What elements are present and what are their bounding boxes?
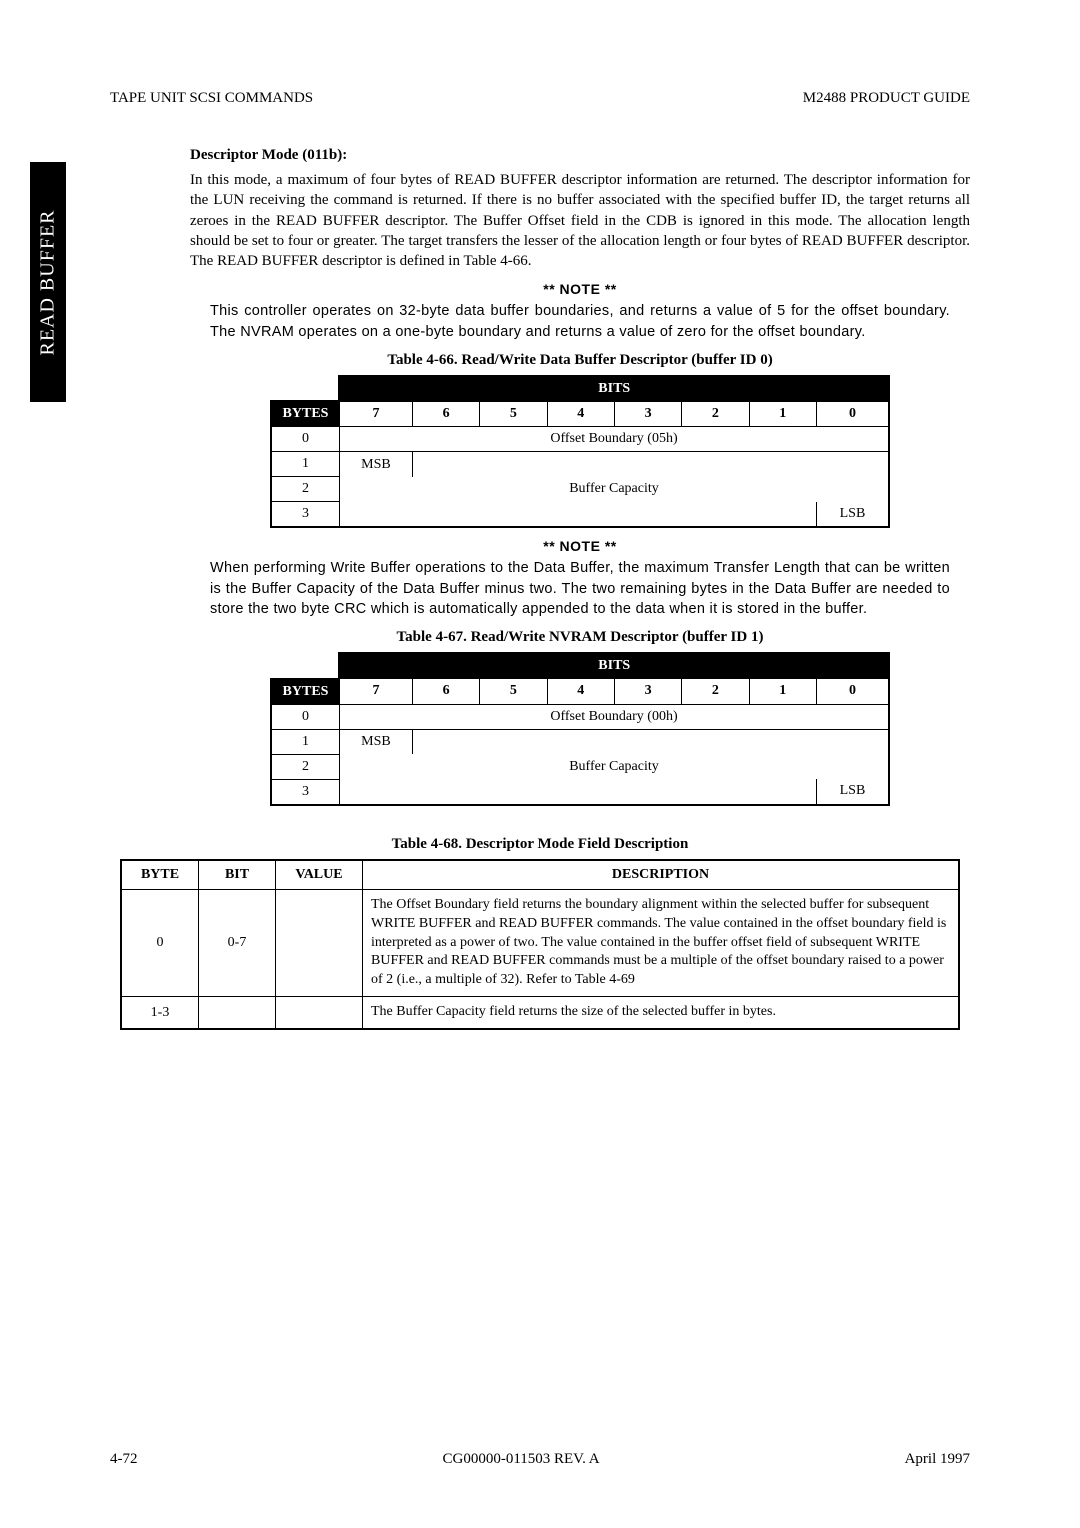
row0-cell: Offset Boundary (05h) (339, 427, 889, 452)
bit-col: 3 (614, 401, 681, 427)
bit-col: 0 (816, 679, 889, 705)
empty-cell (412, 452, 889, 477)
byte-row-label: 3 (271, 502, 339, 528)
table-caption-466: Table 4-66. Read/Write Data Buffer Descr… (190, 352, 970, 369)
section-paragraph: In this mode, a maximum of four bytes of… (190, 170, 970, 271)
table-466: BITS BYTES 7 6 5 4 3 2 1 0 0 Offset Boun… (270, 375, 890, 529)
bytes-header: BYTES (271, 679, 339, 705)
bit-col: 1 (749, 401, 816, 427)
bytes-header: BYTES (271, 401, 339, 427)
bit-col: 2 (682, 679, 749, 705)
note-body: This controller operates on 32-byte data… (210, 301, 950, 342)
bits-header: BITS (339, 376, 889, 402)
bits-header: BITS (339, 653, 889, 679)
row0-cell: Offset Boundary (00h) (339, 704, 889, 729)
note-body: When performing Write Buffer operations … (210, 558, 950, 619)
table-caption-468: Table 4-68. Descriptor Mode Field Descri… (110, 836, 970, 853)
msb-cell: MSB (339, 729, 412, 754)
page-header: TAPE UNIT SCSI COMMANDS M2488 PRODUCT GU… (110, 90, 970, 107)
note-heading: ** NOTE ** (190, 538, 970, 554)
bit-col: 2 (682, 401, 749, 427)
msb-cell: MSB (339, 452, 412, 477)
empty-cell (339, 779, 816, 805)
empty-cell (339, 502, 816, 528)
desc-header: VALUE (276, 860, 363, 890)
footer-right: April 1997 (905, 1451, 970, 1468)
desc-bit: 0-7 (199, 889, 276, 996)
desc-bit (199, 997, 276, 1029)
byte-row-label: 1 (271, 729, 339, 754)
table-caption-467: Table 4-67. Read/Write NVRAM Descriptor … (190, 629, 970, 646)
desc-header: DESCRIPTION (363, 860, 960, 890)
byte-row-label: 3 (271, 779, 339, 805)
bit-col: 7 (339, 679, 412, 705)
desc-byte: 1-3 (121, 997, 199, 1029)
footer-left: 4-72 (110, 1451, 138, 1468)
bit-col: 3 (614, 679, 681, 705)
desc-header: BIT (199, 860, 276, 890)
lsb-cell: LSB (816, 779, 889, 805)
byte-row-label: 2 (271, 477, 339, 502)
buffer-capacity-cell: Buffer Capacity (339, 477, 889, 502)
desc-value (276, 997, 363, 1029)
byte-row-label: 2 (271, 754, 339, 779)
table-467: BITS BYTES 7 6 5 4 3 2 1 0 0 Offset Boun… (270, 652, 890, 806)
bit-col: 1 (749, 679, 816, 705)
bit-col: 6 (412, 679, 479, 705)
page-footer: 4-72 CG00000-011503 REV. A April 1997 (110, 1451, 970, 1468)
lsb-cell: LSB (816, 502, 889, 528)
bit-col: 4 (547, 401, 614, 427)
desc-description: The Buffer Capacity field returns the si… (363, 997, 960, 1029)
bit-col: 0 (816, 401, 889, 427)
body-content: Descriptor Mode (011b): In this mode, a … (190, 147, 970, 828)
desc-value (276, 889, 363, 996)
desc-byte: 0 (121, 889, 199, 996)
section-heading: Descriptor Mode (011b): (190, 147, 970, 164)
header-right: M2488 PRODUCT GUIDE (803, 90, 970, 107)
side-tab: READ BUFFER (30, 162, 66, 402)
empty-cell (412, 729, 889, 754)
table-corner (271, 653, 339, 679)
buffer-capacity-cell: Buffer Capacity (339, 754, 889, 779)
note-heading: ** NOTE ** (190, 281, 970, 297)
table-corner (271, 376, 339, 402)
footer-center: CG00000-011503 REV. A (442, 1451, 599, 1468)
table-468: BYTE BIT VALUE DESCRIPTION 0 0-7 The Off… (120, 859, 960, 1030)
header-left: TAPE UNIT SCSI COMMANDS (110, 90, 313, 107)
desc-header: BYTE (121, 860, 199, 890)
desc-description: The Offset Boundary field returns the bo… (363, 889, 960, 996)
bit-col: 6 (412, 401, 479, 427)
bit-col: 5 (480, 401, 547, 427)
byte-row-label: 1 (271, 452, 339, 477)
byte-row-label: 0 (271, 427, 339, 452)
bit-col: 7 (339, 401, 412, 427)
bit-col: 5 (480, 679, 547, 705)
side-tab-label: READ BUFFER (37, 209, 60, 355)
byte-row-label: 0 (271, 704, 339, 729)
bit-col: 4 (547, 679, 614, 705)
